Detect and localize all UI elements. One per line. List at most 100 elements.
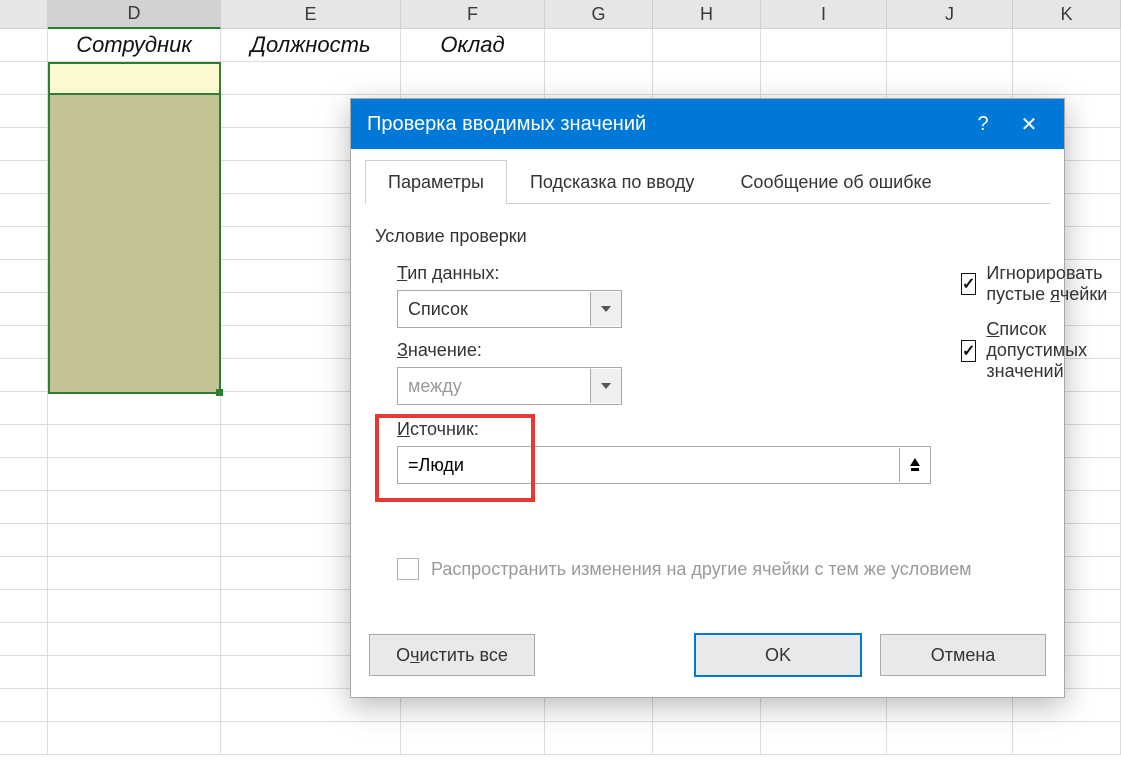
- cell[interactable]: [48, 359, 221, 392]
- cell-F1[interactable]: Оклад: [401, 29, 545, 62]
- row-gutter[interactable]: [0, 425, 48, 458]
- col-header-H[interactable]: H: [653, 0, 761, 29]
- cell-I1[interactable]: [761, 29, 887, 62]
- row-gutter[interactable]: [0, 524, 48, 557]
- row-gutter[interactable]: [0, 656, 48, 689]
- cell-K1[interactable]: [1013, 29, 1121, 62]
- cell[interactable]: [48, 326, 221, 359]
- col-header-I[interactable]: I: [761, 0, 887, 29]
- cell[interactable]: [1013, 62, 1121, 95]
- cell-J1[interactable]: [887, 29, 1013, 62]
- cell[interactable]: [48, 656, 221, 689]
- cell[interactable]: [653, 722, 761, 755]
- cell[interactable]: [545, 722, 653, 755]
- cell[interactable]: [48, 392, 221, 425]
- row-gutter[interactable]: [0, 29, 48, 62]
- close-button[interactable]: ✕: [1006, 99, 1052, 149]
- checkbox-icon: [961, 273, 976, 295]
- row-gutter[interactable]: [0, 128, 48, 161]
- cell[interactable]: [221, 62, 401, 95]
- cell[interactable]: [48, 260, 221, 293]
- range-select-icon: [908, 458, 922, 472]
- row-header-corner[interactable]: [0, 0, 48, 29]
- source-block: Источник:: [397, 413, 931, 484]
- row-gutter[interactable]: [0, 62, 48, 95]
- row-gutter[interactable]: [0, 293, 48, 326]
- cell-G1[interactable]: [545, 29, 653, 62]
- col-header-G[interactable]: G: [545, 0, 653, 29]
- cell[interactable]: [48, 722, 221, 755]
- propagate-checkbox: Распространить изменения на другие ячейк…: [397, 558, 1040, 580]
- cell[interactable]: [761, 722, 887, 755]
- collapse-range-button[interactable]: [899, 448, 930, 482]
- cell[interactable]: [48, 491, 221, 524]
- row-gutter[interactable]: [0, 689, 48, 722]
- row-22: [0, 722, 1121, 755]
- row-gutter[interactable]: [0, 491, 48, 524]
- cell[interactable]: [1013, 722, 1121, 755]
- clear-all-button[interactable]: Очистить все: [369, 634, 535, 676]
- chevron-down-icon: [601, 383, 611, 389]
- cell-D1[interactable]: Сотрудник: [48, 29, 221, 62]
- column-header-row: D E F G H I J K: [0, 0, 1121, 29]
- type-select[interactable]: Список: [397, 290, 622, 328]
- cell[interactable]: [48, 458, 221, 491]
- row-gutter[interactable]: [0, 458, 48, 491]
- tab-input-hint[interactable]: Подсказка по вводу: [507, 160, 717, 204]
- row-gutter[interactable]: [0, 392, 48, 425]
- cell[interactable]: [221, 722, 401, 755]
- cell[interactable]: [48, 128, 221, 161]
- cell[interactable]: [401, 722, 545, 755]
- cell[interactable]: [48, 590, 221, 623]
- source-input[interactable]: [398, 447, 899, 483]
- col-header-K[interactable]: K: [1013, 0, 1121, 29]
- row-gutter[interactable]: [0, 227, 48, 260]
- cell-H1[interactable]: [653, 29, 761, 62]
- cell[interactable]: [887, 722, 1013, 755]
- row-gutter[interactable]: [0, 326, 48, 359]
- ok-button[interactable]: OK: [694, 633, 862, 677]
- help-button[interactable]: ?: [960, 99, 1006, 149]
- type-select-value: Список: [398, 299, 590, 320]
- cell[interactable]: [48, 194, 221, 227]
- col-header-F[interactable]: F: [401, 0, 545, 29]
- dialog-titlebar[interactable]: Проверка вводимых значений ? ✕: [351, 99, 1064, 149]
- cell[interactable]: [48, 623, 221, 656]
- cell[interactable]: [48, 524, 221, 557]
- cell[interactable]: [48, 161, 221, 194]
- row-gutter[interactable]: [0, 359, 48, 392]
- col-header-D[interactable]: D: [48, 0, 221, 29]
- value-select-button: [590, 369, 621, 403]
- cell[interactable]: [48, 293, 221, 326]
- cell-E1[interactable]: Должность: [221, 29, 401, 62]
- cell[interactable]: [48, 425, 221, 458]
- row-gutter[interactable]: [0, 161, 48, 194]
- cell[interactable]: [48, 62, 221, 95]
- tab-error-msg[interactable]: Сообщение об ошибке: [717, 160, 954, 204]
- cell[interactable]: [48, 227, 221, 260]
- type-select-button[interactable]: [590, 292, 621, 326]
- col-header-J[interactable]: J: [887, 0, 1013, 29]
- row-gutter[interactable]: [0, 260, 48, 293]
- chevron-down-icon: [601, 306, 611, 312]
- cell[interactable]: [545, 62, 653, 95]
- cell[interactable]: [48, 689, 221, 722]
- row-gutter[interactable]: [0, 95, 48, 128]
- col-header-E[interactable]: E: [221, 0, 401, 29]
- row-gutter[interactable]: [0, 590, 48, 623]
- row-gutter[interactable]: [0, 194, 48, 227]
- cell[interactable]: [761, 62, 887, 95]
- row-gutter[interactable]: [0, 722, 48, 755]
- cell[interactable]: [48, 95, 221, 128]
- propagate-label: Распространить изменения на другие ячейк…: [431, 559, 971, 580]
- cancel-button[interactable]: Отмена: [880, 634, 1046, 676]
- ignore-blank-checkbox[interactable]: Игнорировать пустые ячейки: [961, 263, 1109, 305]
- tab-parameters[interactable]: Параметры: [365, 160, 507, 204]
- cell[interactable]: [48, 557, 221, 590]
- row-gutter[interactable]: [0, 557, 48, 590]
- cell[interactable]: [887, 62, 1013, 95]
- row-gutter[interactable]: [0, 623, 48, 656]
- cell[interactable]: [401, 62, 545, 95]
- dropdown-list-checkbox[interactable]: Список допустимых значений: [961, 319, 1109, 382]
- cell[interactable]: [653, 62, 761, 95]
